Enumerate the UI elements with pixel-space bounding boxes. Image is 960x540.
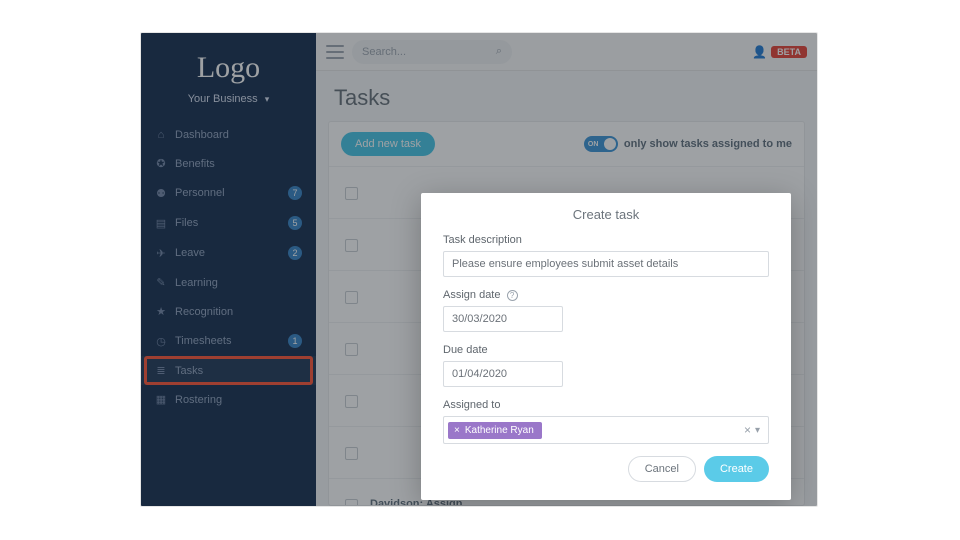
clear-all-icon[interactable]: × bbox=[742, 423, 753, 437]
task-description-input[interactable] bbox=[443, 251, 769, 277]
assign-date-label: Assign date ? bbox=[443, 289, 769, 301]
assign-date-input[interactable] bbox=[443, 306, 563, 332]
assignee-tag[interactable]: × Katherine Ryan bbox=[448, 422, 542, 439]
due-date-input[interactable] bbox=[443, 361, 563, 387]
task-description-label: Task description bbox=[443, 234, 769, 246]
cancel-button[interactable]: Cancel bbox=[628, 456, 696, 482]
chevron-down-icon[interactable]: ▾ bbox=[753, 425, 762, 436]
create-button[interactable]: Create bbox=[704, 456, 769, 482]
due-date-label: Due date bbox=[443, 344, 769, 356]
assigned-to-label: Assigned to bbox=[443, 399, 769, 411]
modal-title: Create task bbox=[443, 207, 769, 222]
assignee-name: Katherine Ryan bbox=[465, 425, 534, 436]
assigned-to-input[interactable]: × Katherine Ryan × ▾ bbox=[443, 416, 769, 444]
help-icon[interactable]: ? bbox=[507, 290, 518, 301]
remove-tag-icon[interactable]: × bbox=[454, 425, 460, 436]
create-task-modal: Create task Task description Assign date… bbox=[421, 193, 791, 500]
